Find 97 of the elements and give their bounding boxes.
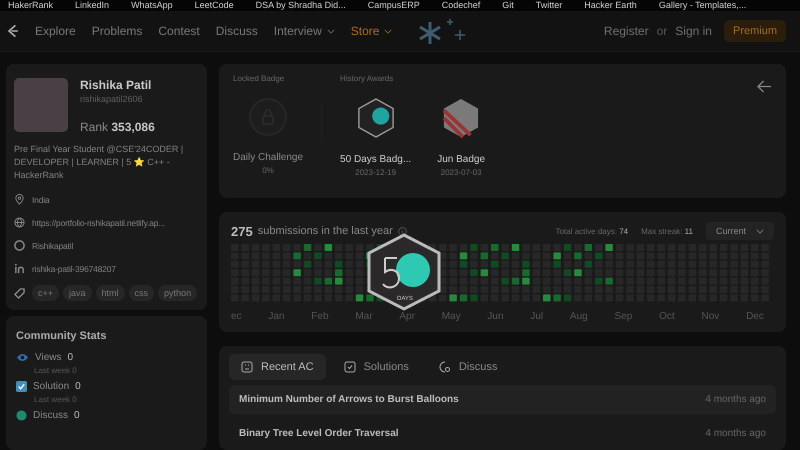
badge-name: Jun Badge [437,154,486,165]
eye-icon [16,353,29,362]
skill-tag[interactable]: c++ [32,285,60,302]
month-label: ec [231,311,242,322]
bookmark-link[interactable]: WhatsApp [131,0,173,11]
year-dropdown[interactable]: Current [706,222,774,240]
bookmark-link[interactable]: HakerRank [8,0,54,11]
section-label: Locked Badge [233,74,286,83]
section-label: History Awards [340,74,394,83]
bookmark-link[interactable]: Twitter [536,0,562,11]
skill-tag[interactable]: css [128,285,154,302]
globe-icon [14,217,25,228]
time-ago: 4 months ago [705,394,766,405]
nav-link[interactable]: Interview [274,24,335,38]
time-ago: 4 months ago [705,428,766,439]
nav-link[interactable]: Store [350,24,392,38]
caret-icon [326,28,335,34]
month-label: Oct [659,311,675,322]
stat-label: Solution [33,381,70,392]
stat-value: 0 [75,381,81,392]
back-arrow-icon[interactable] [757,80,772,93]
bookmark-link[interactable]: LeetCode [194,0,234,11]
problem-title: Minimum Number of Arrows to Burst Balloons [239,394,459,405]
skill-tag[interactable]: python [158,285,198,302]
nav-link[interactable]: Problems [92,24,142,38]
last-week-text: Last week 0 [34,395,78,404]
bookmark-link[interactable]: CampusERP [368,0,420,11]
profile-info-text: India [32,194,50,205]
hexagon-badge-icon [356,97,395,139]
submission-row[interactable]: Binary Tree Level Order Traversal 4 months ago [229,419,776,448]
register-link[interactable]: Register [604,24,649,38]
or-text: or [656,24,668,38]
bookmark-link[interactable]: Gallery - Templates,... [658,0,746,11]
stat-label: Views [35,352,62,364]
discuss-icon [16,410,27,422]
tab[interactable]: Solutions [332,354,421,380]
submission-row[interactable]: Minimum Number of Arrows to Burst Balloons 4 months ago [229,385,776,414]
bio-text: Pre Final Year Student @CSE'24CODER | DEVELOPER | LEARNER | 5 ⭐ C++ - HackerRank [14,143,184,182]
badge-date: 2023-12-19 [355,168,396,177]
caret-icon [756,228,764,234]
badge-progress: 0% [262,166,274,175]
nav-link[interactable]: Explore [35,24,76,38]
bookmark-link[interactable]: LinkedIn [75,0,110,11]
badge-name: 50 Days Badg... [340,154,412,165]
nav-link[interactable]: Discuss [216,24,258,38]
month-label: Jan [268,311,284,322]
user-name: Rishika Patil [80,78,152,92]
stat-value: 0 [68,352,74,364]
max-streak-text: Max streak: 11 [641,226,693,236]
location-pin-icon [14,194,25,206]
month-label: Aug [570,311,588,322]
stat-value: 0 [74,410,80,422]
month-label: Feb [311,311,329,322]
bookmark-link[interactable]: Codechef [442,0,480,11]
month-label: Jun [487,311,504,322]
problem-title: Binary Tree Level Order Traversal [239,428,399,439]
profile-info-text: rishika-patil-396748207 [32,264,116,274]
tag-icon [14,288,25,299]
last-week-text: Last week 0 [34,366,78,376]
submission-text: submissions in the last year [258,225,393,237]
skill-tag[interactable]: html [96,285,125,302]
month-label: Sep [614,311,632,322]
photo-placeholder [14,78,68,132]
premium-button[interactable]: Premium [724,20,786,42]
bookmark-link[interactable]: Hacker Earth [584,0,637,11]
month-label: Nov [701,311,720,322]
profile-info-text: https://portfolio-rishikapatil.netlify.ap... [32,218,165,228]
month-label: May [442,311,461,322]
hexagon-badge-icon [442,97,480,139]
bookmark-link[interactable]: DSA by Shradha Did... [256,0,346,11]
badge-name: Daily Challenge [233,152,304,163]
tab[interactable]: Discuss [426,354,510,380]
caret-icon [384,28,392,34]
locked-badge-icon [248,97,288,137]
month-label: Jul [530,311,544,322]
rank-text: Rank 353,086 [80,120,155,134]
linkedin-icon [14,263,25,274]
section-title: Community Stats [16,330,108,342]
bookmark-link[interactable]: Git [502,0,514,11]
badge-date: 2023-07-03 [440,168,482,177]
profile-info-text: Rishikapatil [32,240,74,251]
skill-tag[interactable]: java [63,285,92,302]
checkbox-icon [344,361,356,373]
list-icon [241,361,253,373]
active-days-text: Total active days: 74 [556,226,628,236]
month-label: Apr [399,311,415,322]
info-icon[interactable] [398,226,407,236]
username: rishikapatil2606 [80,94,144,104]
nav-link[interactable]: Contest [158,24,200,38]
stat-label: Discuss [33,410,68,422]
checkbox-icon [16,381,27,392]
discuss-icon [438,361,451,373]
submission-count: 275 [231,224,253,238]
tab[interactable]: Recent AC [229,354,326,380]
month-label: Dec [746,311,764,322]
sign-in-link[interactable]: Sign in [675,24,712,38]
month-label: Mar [355,311,373,322]
